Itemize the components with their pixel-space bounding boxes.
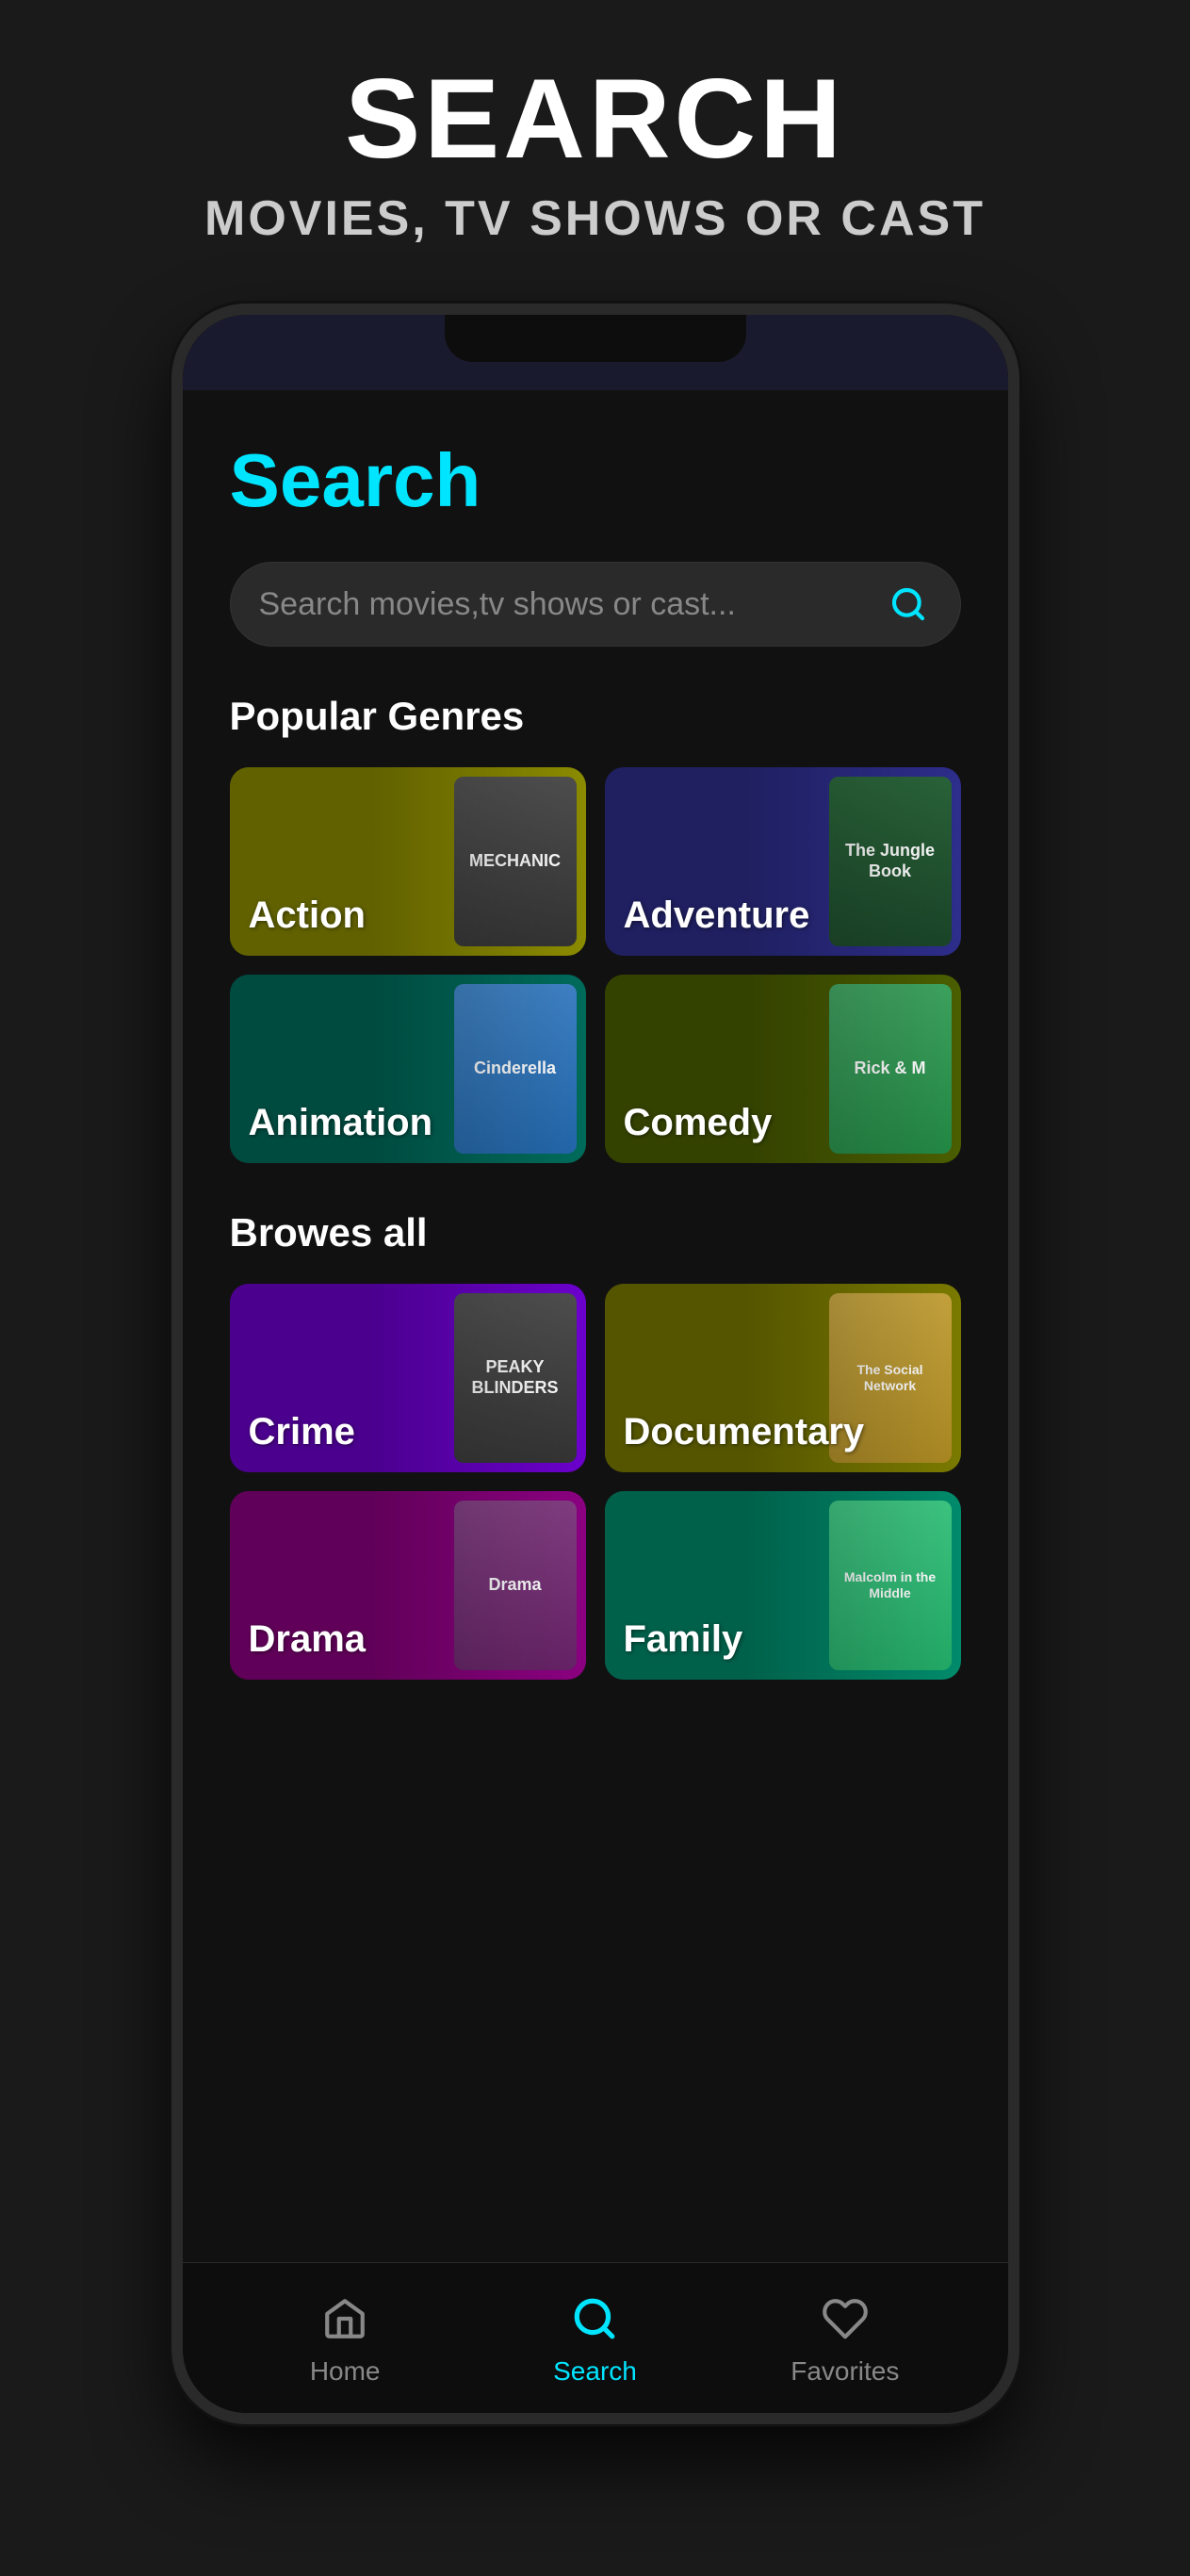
poster-drama: Drama (454, 1501, 577, 1670)
popular-genres-title: Popular Genres (230, 694, 961, 739)
popular-genres-grid: MECHANIC Action The Jungle Book Adventur… (230, 767, 961, 1163)
genre-card-action[interactable]: MECHANIC Action (230, 767, 586, 956)
poster-adventure: The Jungle Book (829, 777, 952, 946)
genre-card-comedy[interactable]: Rick & M Comedy (605, 975, 961, 1163)
nav-item-home[interactable]: Home (220, 2290, 470, 2387)
search-icon[interactable] (885, 581, 932, 628)
screen-content: Search Search movies,tv shows or cast...… (183, 390, 1008, 2262)
poster-crime: PEAKY BLINDERS (454, 1293, 577, 1463)
poster-family: Malcolm in the Middle (829, 1501, 952, 1670)
top-header: SEARCH MOVIES, TV SHOWS OR CAST (0, 0, 1190, 285)
search-input-placeholder[interactable]: Search movies,tv shows or cast... (259, 586, 885, 623)
genre-card-documentary[interactable]: The Social Network Documentary (605, 1284, 961, 1472)
nav-item-search[interactable]: Search (470, 2290, 720, 2387)
poster-animation: Cinderella (454, 984, 577, 1154)
browse-all-grid: PEAKY BLINDERS Crime The Social Network … (230, 1284, 961, 1680)
page-title: Search (230, 437, 961, 524)
genre-card-drama[interactable]: Drama Drama (230, 1491, 586, 1680)
genre-label-crime: Crime (249, 1411, 355, 1453)
nav-label-favorites: Favorites (791, 2356, 899, 2387)
volume-up-button (171, 692, 183, 767)
search-bar[interactable]: Search movies,tv shows or cast... (230, 562, 961, 647)
home-icon (317, 2290, 373, 2347)
genre-label-documentary: Documentary (624, 1411, 865, 1453)
genre-card-crime[interactable]: PEAKY BLINDERS Crime (230, 1284, 586, 1472)
power-button (1008, 739, 1019, 890)
genre-card-adventure[interactable]: The Jungle Book Adventure (605, 767, 961, 956)
main-title: SEARCH (38, 57, 1152, 181)
genre-label-comedy: Comedy (624, 1102, 773, 1144)
main-subtitle: MOVIES, TV SHOWS OR CAST (38, 190, 1152, 247)
poster-action: MECHANIC (454, 777, 577, 946)
genre-card-family[interactable]: Malcolm in the Middle Family (605, 1491, 961, 1680)
phone-frame: Search Search movies,tv shows or cast...… (171, 304, 1019, 2424)
genre-label-family: Family (624, 1618, 743, 1661)
volume-down-button (171, 786, 183, 918)
phone-screen: Search Search movies,tv shows or cast...… (183, 315, 1008, 2413)
genre-label-action: Action (249, 894, 366, 937)
heart-icon (817, 2290, 873, 2347)
nav-label-search: Search (553, 2356, 637, 2387)
volume-buttons (171, 692, 183, 918)
nav-item-favorites[interactable]: Favorites (720, 2290, 970, 2387)
bottom-nav: Home Search Favorites (183, 2262, 1008, 2413)
genre-label-drama: Drama (249, 1618, 367, 1661)
phone-notch (445, 315, 746, 362)
nav-label-home: Home (310, 2356, 381, 2387)
genre-label-adventure: Adventure (624, 894, 810, 937)
browse-all-title: Browes all (230, 1210, 961, 1255)
genre-label-animation: Animation (249, 1102, 433, 1144)
search-nav-icon (566, 2290, 623, 2347)
genre-card-animation[interactable]: Cinderella Animation (230, 975, 586, 1163)
poster-comedy: Rick & M (829, 984, 952, 1154)
